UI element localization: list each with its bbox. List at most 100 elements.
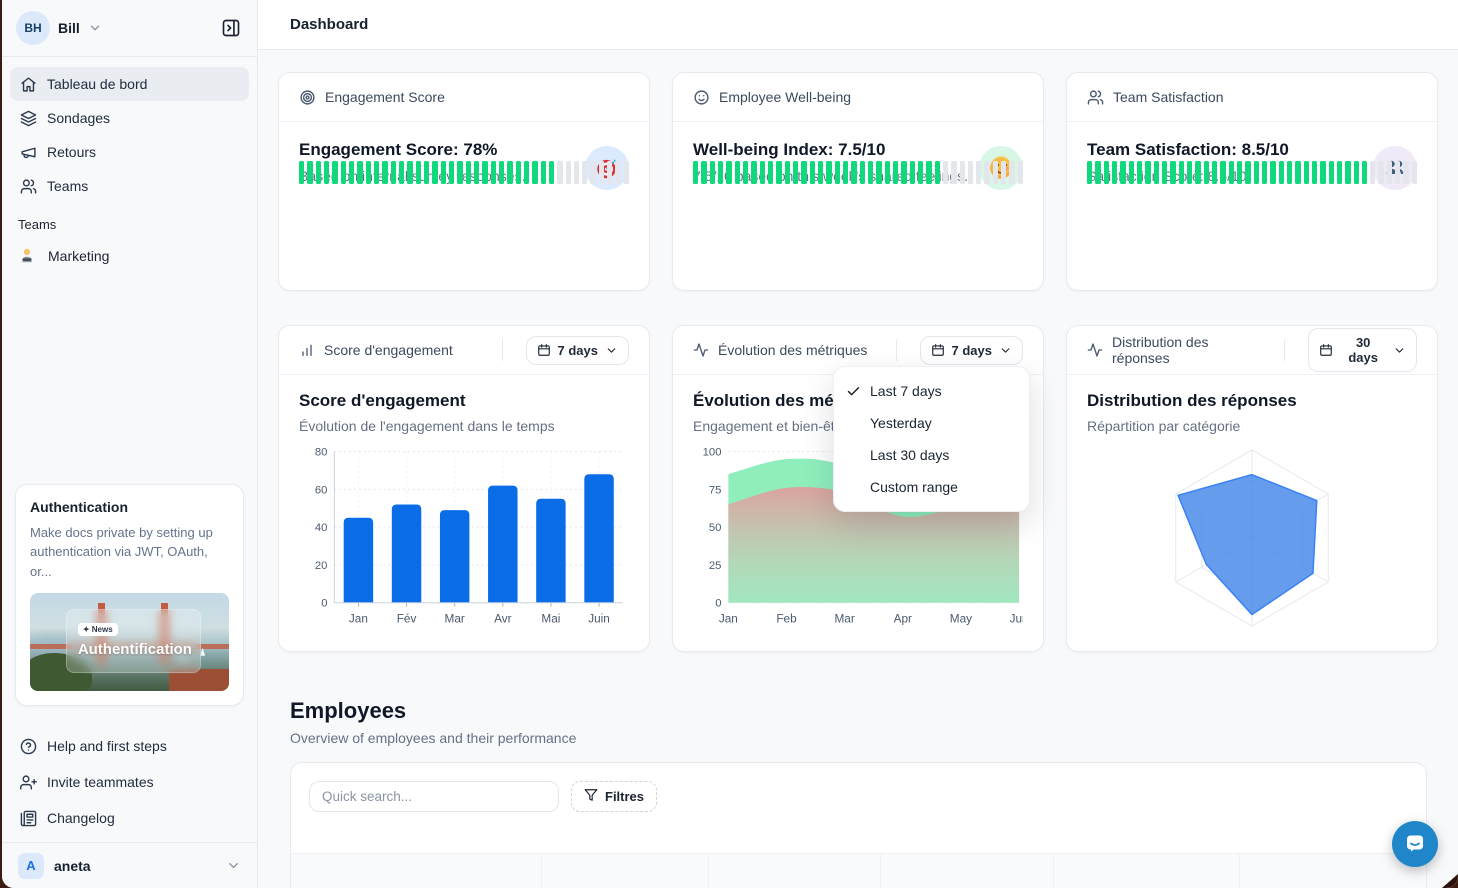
svg-text:40: 40 xyxy=(315,522,328,534)
employees-section-title: Employees xyxy=(290,698,406,724)
sidebar-nav: Tableau de bord Sondages Retours Teams xyxy=(2,57,257,203)
sidebar-item-label: Invite teammates xyxy=(47,774,154,790)
chat-launcher-button[interactable] xyxy=(1392,821,1438,867)
bar-chart: 020406080JanFévMarAvrMaiJuin xyxy=(299,440,629,632)
chevron-down-icon xyxy=(1393,344,1406,357)
team-item-label: Marketing xyxy=(48,248,109,264)
card-header: Score d'engagement 7 days xyxy=(279,326,649,375)
table-toolbar: Filtres xyxy=(291,763,1426,830)
chart-title: Score d'engagement xyxy=(299,391,629,411)
card-body: Score d'engagement Évolution de l'engage… xyxy=(279,375,649,648)
svg-text:80: 80 xyxy=(315,446,328,458)
dashboard-content: Engagement Score Engagement Score: 78% B… xyxy=(258,50,1458,888)
menu-item-label: Last 30 days xyxy=(870,447,949,463)
sidebar-item-invite[interactable]: Invite teammates xyxy=(10,764,249,800)
news-badge: ✦ News xyxy=(78,623,118,636)
time-range-button[interactable]: 30 days xyxy=(1308,328,1417,372)
menu-item-yesterday[interactable]: Yesterday xyxy=(834,407,1029,439)
card-body: Distribution des réponses Répartition pa… xyxy=(1067,375,1437,652)
users-icon xyxy=(20,178,37,195)
account-switcher[interactable]: A aneta xyxy=(2,842,257,888)
column-header-user[interactable]: User xyxy=(291,854,541,888)
engagement-chart-card: Score d'engagement 7 days Score d' xyxy=(278,325,650,652)
mouse-cursor xyxy=(1442,874,1458,888)
calendar-icon xyxy=(1319,343,1333,357)
time-range-menu: Last 7 days Yesterday Last 30 days Custo… xyxy=(833,366,1030,512)
sidebar-item-label: Help and first steps xyxy=(47,738,167,754)
layers-icon xyxy=(20,110,37,127)
menu-item-last-30-days[interactable]: Last 30 days xyxy=(834,439,1029,471)
technologist-emoji xyxy=(18,246,36,267)
svg-text:Fév: Fév xyxy=(397,612,417,625)
svg-text:100: 100 xyxy=(703,446,722,458)
page-title: Dashboard xyxy=(290,16,368,33)
filters-button-label: Filtres xyxy=(605,789,644,804)
svg-text:May: May xyxy=(950,612,972,625)
sidebar-item-feedback[interactable]: Retours xyxy=(10,135,249,169)
card-header-label: Distribution des réponses xyxy=(1112,334,1266,366)
svg-text:60: 60 xyxy=(315,484,328,496)
sidebar-item-label: Retours xyxy=(47,144,96,160)
sidebar-item-changelog[interactable]: Changelog xyxy=(10,800,249,836)
search-input[interactable] xyxy=(309,781,559,812)
smile-icon xyxy=(693,89,710,106)
engagement-progress-bar xyxy=(299,161,629,184)
chart-title: Distribution des réponses xyxy=(1087,391,1417,411)
employees-table-card: Filtres User Team xyxy=(290,762,1427,888)
header-divider xyxy=(1284,339,1285,361)
employees-section-subtitle: Overview of employees and their performa… xyxy=(290,730,576,746)
teams-section-label: Teams xyxy=(2,203,257,238)
card-header-label: Team Satisfaction xyxy=(1113,89,1224,105)
sidebar-footer-nav: Help and first steps Invite teammates Ch… xyxy=(10,728,249,836)
sidebar-item-label: Tableau de bord xyxy=(47,76,147,92)
calendar-icon xyxy=(931,343,945,357)
collapse-sidebar-button[interactable] xyxy=(217,14,245,42)
column-header-position[interactable]: Position xyxy=(708,854,880,888)
column-header-participation[interactable]: Participation xyxy=(880,854,1053,888)
satisfaction-progress-bar xyxy=(1087,161,1417,184)
svg-text:Apr: Apr xyxy=(894,612,912,625)
authentication-promo-card[interactable]: Authentication Make docs private by sett… xyxy=(15,484,244,707)
sidebar-item-help[interactable]: Help and first steps xyxy=(10,728,249,764)
menu-item-last-7-days[interactable]: Last 7 days xyxy=(834,375,1029,407)
account-avatar: A xyxy=(18,853,44,879)
promo-image-title: Authentification xyxy=(78,641,189,658)
svg-text:Jan: Jan xyxy=(349,612,368,625)
sidebar-item-label: Teams xyxy=(47,178,88,194)
filters-button[interactable]: Filtres xyxy=(571,781,657,812)
column-header-performance[interactable]: Performance xyxy=(1053,854,1240,888)
time-range-label: 7 days xyxy=(952,343,992,358)
card-body: Well-being Index: 7.5/10 7.5/10 based on… xyxy=(673,122,1043,202)
sidebar-item-marketing[interactable]: Marketing xyxy=(2,238,257,274)
menu-item-custom-range[interactable]: Custom range xyxy=(834,471,1029,503)
chevron-down-icon xyxy=(226,858,241,873)
promo-description: Make docs private by setting up authenti… xyxy=(30,523,229,582)
time-range-button[interactable]: 7 days xyxy=(526,336,629,365)
top-bar: Dashboard xyxy=(258,0,1458,50)
filter-funnel-icon xyxy=(584,788,598,805)
sidebar-item-teams[interactable]: Teams xyxy=(10,169,249,203)
card-header: Engagement Score xyxy=(279,73,649,122)
time-range-label: 30 days xyxy=(1340,335,1386,365)
user-plus-icon xyxy=(20,774,37,791)
svg-text:50: 50 xyxy=(709,522,722,534)
sidebar-item-dashboard[interactable]: Tableau de bord xyxy=(10,67,249,101)
column-header-team[interactable]: Team xyxy=(541,854,709,888)
megaphone-icon xyxy=(20,144,37,161)
card-header-label: Score d'engagement xyxy=(324,342,453,358)
svg-text:Jan: Jan xyxy=(719,612,738,625)
svg-text:Mai: Mai xyxy=(541,612,560,625)
sidebar-item-label: Sondages xyxy=(47,110,110,126)
chevron-down-icon xyxy=(605,344,618,357)
wellbeing-progress-bar xyxy=(693,161,1023,184)
card-header: Employee Well-being xyxy=(673,73,1043,122)
workspace-avatar: BH xyxy=(16,11,50,45)
workspace-switcher[interactable]: BH Bill xyxy=(2,0,257,56)
sidebar-item-label: Changelog xyxy=(47,810,115,826)
promo-image: ✦ News Authentification xyxy=(30,593,229,691)
sidebar-item-surveys[interactable]: Sondages xyxy=(10,101,249,135)
menu-item-label: Last 7 days xyxy=(870,383,942,399)
svg-text:0: 0 xyxy=(321,598,327,610)
svg-text:0: 0 xyxy=(715,598,721,610)
time-range-button[interactable]: 7 days xyxy=(920,336,1023,365)
